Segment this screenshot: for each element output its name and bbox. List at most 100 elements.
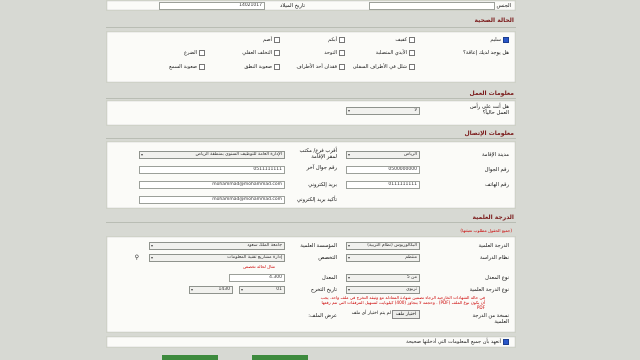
institution-label: المؤسسة العلمية: [300, 243, 337, 249]
contact-divider: [106, 138, 516, 139]
checkbox-icon: [409, 50, 415, 56]
search-icon[interactable]: ⚲: [135, 254, 139, 261]
disability-question: هل يوجد لديك إعاقة؟: [463, 50, 509, 56]
gpa-type-label: نوع المعدل: [485, 275, 509, 281]
grad-year-select[interactable]: 1430 ▾: [189, 286, 233, 294]
checkbox-icon: [503, 339, 509, 345]
city-label: مدينة الإقامة: [482, 152, 509, 158]
checkbox-icon: [339, 64, 345, 70]
chevron-down-icon: ▾: [151, 255, 154, 260]
check-healthy[interactable]: سليم: [490, 37, 509, 43]
chevron-down-icon: ▾: [348, 255, 351, 260]
health-divider: [106, 27, 516, 28]
chevron-down-icon: ▾: [151, 243, 154, 248]
green-button-strip-2[interactable]: [162, 355, 218, 360]
gpa-label: المعدل: [321, 275, 337, 281]
email-input[interactable]: mohammad@mohammad.com: [139, 181, 285, 189]
degree-type-select[interactable]: تربوي ▾: [346, 286, 420, 294]
work-section-title: معلومات العمل: [469, 90, 514, 97]
degree-label: الدرجة العلمية: [478, 243, 509, 249]
gpa-input[interactable]: 4.300: [229, 274, 285, 282]
checkbox-icon: [274, 64, 280, 70]
checkbox-icon: [339, 37, 345, 43]
checkbox-icon: [339, 50, 345, 56]
checkbox-icon: [199, 50, 205, 56]
checkbox-icon: [409, 37, 415, 43]
chevron-down-icon: ▾: [141, 152, 144, 157]
health-panel: سليم كفيف أبكم أصم هل يوجد لديك إعاقة؟ ا…: [106, 31, 516, 83]
office-select[interactable]: الإدارة العامة للتوظيف السنوي بمنطقة الر…: [139, 151, 285, 159]
check-lower-limb[interactable]: شلل في الأطراف السفلى: [353, 64, 415, 70]
email-confirm-input[interactable]: mohammad@mohammad.com: [139, 196, 285, 204]
check-autism[interactable]: التوحد: [324, 50, 345, 56]
check-hearing[interactable]: صعوبة السمع: [169, 64, 205, 70]
degree-section-title: الدرجة العلمية: [472, 214, 514, 221]
birth-date-field[interactable]: 14021017: [159, 2, 265, 10]
checkbox-icon: [409, 64, 415, 70]
grad-month-select[interactable]: 01 ▾: [239, 286, 285, 294]
degree-type-label: نوع الدرجة العلمية: [469, 287, 509, 293]
checkbox-icon: [274, 50, 280, 56]
green-button-strip[interactable]: [252, 355, 308, 360]
city-select[interactable]: الرياض ▾: [346, 151, 420, 159]
mobile-label: رقم الجوال: [484, 167, 509, 173]
pledge-checkbox[interactable]: أتعهد بأن جميع المعلومات التي أدخلتها صح…: [406, 339, 509, 345]
check-mental[interactable]: التخلف العقلي: [242, 50, 280, 56]
phone-label: رقم الهاتف: [485, 182, 509, 188]
chevron-down-icon: ▾: [348, 152, 351, 157]
working-select[interactable]: لا ▾: [346, 107, 420, 115]
required-note: (جميع الحقول مطلوب تعبئتها): [460, 228, 512, 233]
gpa-hint: مثال لحالة تخصص: [243, 264, 275, 269]
chevron-down-icon: ▾: [241, 287, 244, 292]
major-label: التخصص: [318, 255, 337, 261]
work-divider: [106, 98, 516, 99]
major-select[interactable]: إدارة مشاريع تقنية المعلومات ▾: [149, 254, 285, 262]
check-blind[interactable]: كفيف: [395, 37, 415, 43]
upload-note: في حالة الشهادات الخارجية الرجاء تضمين ش…: [320, 295, 485, 310]
study-system-label: نظام الدراسة: [480, 255, 509, 261]
checkbox-icon: [503, 37, 509, 43]
gender-field[interactable]: [369, 2, 495, 10]
mobile-input[interactable]: 0500000000: [346, 166, 420, 174]
alt-mobile-input[interactable]: 0511111111: [139, 166, 285, 174]
check-mute[interactable]: أبكم: [328, 37, 345, 43]
contact-section-title: معلومات الإتصال: [464, 130, 514, 137]
view-file-label: عرض الملف:: [308, 313, 337, 319]
work-panel: هل أنت على رأس العمل حالياً؟ لا ▾: [106, 100, 516, 126]
copy-label: نسخة من الدرجة العلمية: [472, 313, 509, 325]
pledge-panel: أتعهد بأن جميع المعلومات التي أدخلتها صح…: [106, 336, 516, 348]
study-system-select[interactable]: منتظم ▾: [346, 254, 420, 262]
checkbox-icon: [199, 64, 205, 70]
personal-panel: الجنس تاريخ الميلاد 14021017: [106, 0, 516, 11]
email-confirm-label: تأكيد بريد إلكتروني: [296, 197, 337, 203]
alt-mobile-label: رقم جوال آخر: [306, 165, 337, 171]
grad-date-label: تاريخ التخرج: [310, 287, 337, 293]
degree-select[interactable]: البكالوريوس (نظام التربية) ▾: [346, 242, 420, 250]
choose-file-button[interactable]: اختيار ملف: [392, 310, 420, 319]
no-file-text: لم يتم اختيار أي ملف: [351, 311, 391, 316]
gpa-type-select[interactable]: من 5 ▾: [346, 274, 420, 282]
check-limb-loss[interactable]: فقدان أحد الأطراف: [297, 64, 345, 70]
checkbox-icon: [274, 37, 280, 43]
institution-select[interactable]: جامعة الملك سعود ▾: [149, 242, 285, 250]
check-rigid-hands[interactable]: الأيدي المتصلبة: [376, 50, 415, 56]
email-label: بريد إلكتروني: [308, 182, 337, 188]
application-form: الجنس تاريخ الميلاد 14021017 الحالة الصح…: [104, 0, 518, 360]
degree-panel: الدرجة العلمية البكالوريوس (نظام التربية…: [106, 236, 516, 333]
chevron-down-icon: ▾: [191, 287, 194, 292]
phone-input[interactable]: 0111111111: [346, 181, 420, 189]
check-deaf[interactable]: أصم: [263, 37, 280, 43]
check-speech[interactable]: صعوبة النطق: [244, 64, 280, 70]
chevron-down-icon: ▾: [348, 287, 351, 292]
chevron-down-icon: ▾: [348, 243, 351, 248]
birth-date-label: تاريخ الميلاد: [280, 3, 305, 9]
contact-panel: مدينة الإقامة الرياض ▾ أقرب فرع/ مكتب لمق…: [106, 141, 516, 209]
gender-label: الجنس: [496, 3, 511, 9]
health-section-title: الحالة الصحية: [474, 17, 514, 24]
degree-divider: [106, 222, 516, 223]
working-question: هل أنت على رأس العمل حالياً؟: [469, 104, 509, 116]
chevron-down-icon: ▾: [348, 108, 351, 113]
office-label: أقرب فرع/ مكتب لمقر الإقامة: [299, 148, 337, 160]
check-other[interactable]: الضرع: [184, 50, 205, 56]
chevron-down-icon: ▾: [348, 275, 351, 280]
